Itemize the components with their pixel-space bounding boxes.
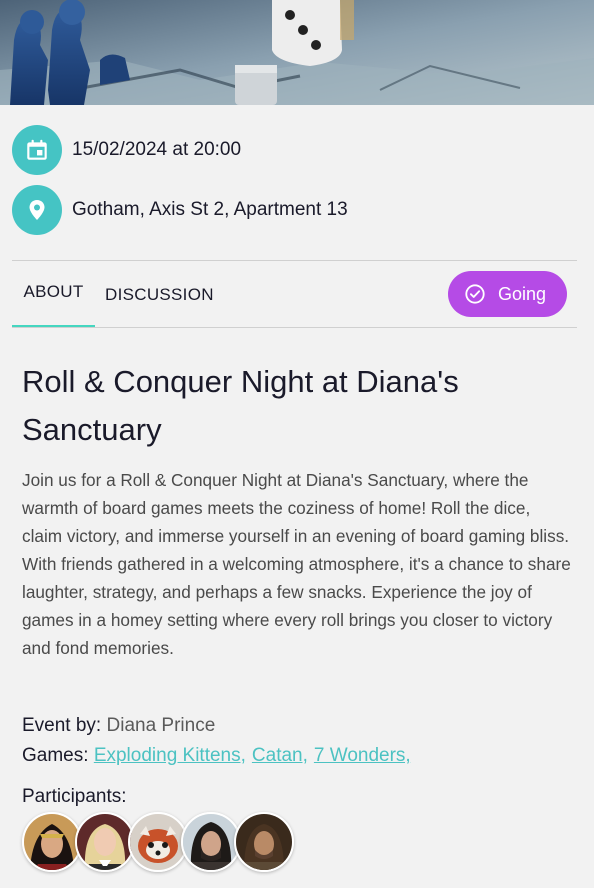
avatar[interactable] <box>181 812 241 872</box>
participants-label: Participants: <box>22 786 127 807</box>
divider <box>12 327 577 328</box>
host-label: Event by: <box>22 715 102 736</box>
event-title: Roll & Conquer Night at Diana's Sanctuar… <box>22 364 459 447</box>
check-circle-icon <box>465 284 485 304</box>
event-games: Games: Exploding Kittens, Catan, 7 Wonders… <box>22 745 417 767</box>
event-datetime: 15/02/2024 at 20:00 <box>72 139 242 160</box>
going-button-label: Going <box>498 283 547 304</box>
game-link[interactable]: 7 Wonders, <box>314 745 411 766</box>
tab-about[interactable]: ABOUT <box>12 261 95 327</box>
event-date-row: 15/02/2024 at 20:00 <box>12 125 241 175</box>
avatar[interactable] <box>234 812 294 872</box>
location-pin-icon <box>12 185 62 235</box>
avatar[interactable] <box>128 812 188 872</box>
tab-about-label: ABOUT <box>23 282 84 301</box>
avatar[interactable] <box>75 812 135 872</box>
event-host: Event by: Diana Prince <box>22 715 215 737</box>
calendar-icon <box>12 125 62 175</box>
event-location-row: Gotham, Axis St 2, Apartment 13 <box>12 185 348 235</box>
game-link[interactable]: Exploding Kittens, <box>94 745 246 766</box>
tab-discussion-label: DISCUSSION <box>105 285 214 304</box>
event-location: Gotham, Axis St 2, Apartment 13 <box>72 199 348 220</box>
going-button[interactable]: Going <box>448 271 567 317</box>
games-label: Games: <box>22 745 89 766</box>
avatar[interactable] <box>22 812 82 872</box>
host-name: Diana Prince <box>106 715 216 736</box>
board-game-photo <box>0 0 594 105</box>
event-description: Join us for a Roll & Conquer Night at Di… <box>22 470 571 658</box>
participants-avatars <box>22 812 294 872</box>
game-link[interactable]: Catan, <box>252 745 308 766</box>
hero-image <box>0 0 594 105</box>
tab-discussion[interactable]: DISCUSSION <box>105 262 214 328</box>
